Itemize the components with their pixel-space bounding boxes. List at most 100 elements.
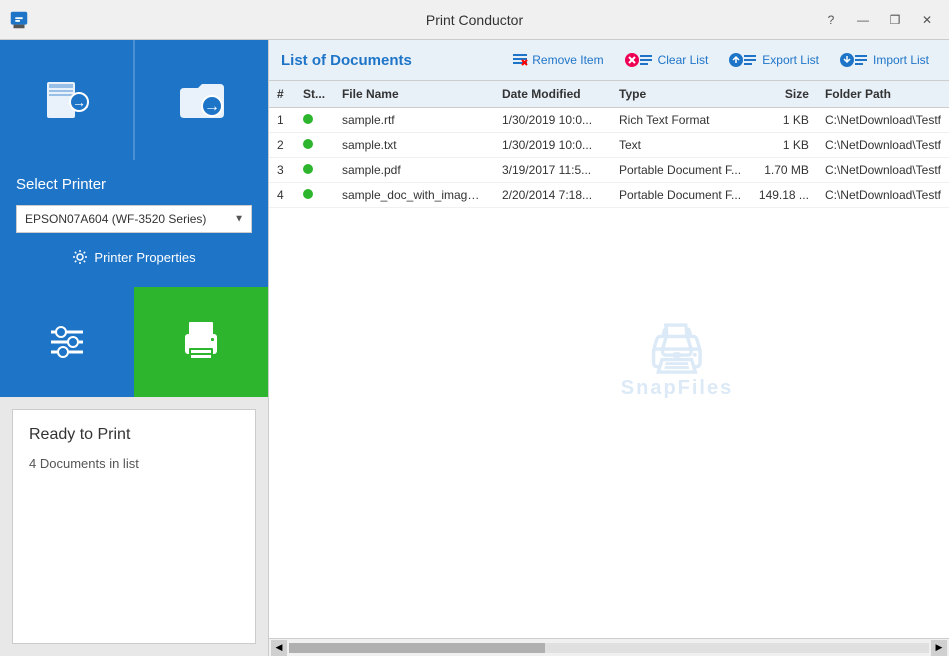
scroll-right-arrow[interactable]: ▶ — [931, 640, 947, 656]
printer-properties-label: Printer Properties — [94, 250, 195, 265]
left-panel: → → Select Printer EPSON07A604 (WF-3520 … — [0, 40, 268, 656]
settings-sliders-icon — [43, 318, 91, 366]
maximize-button[interactable]: ❒ — [881, 6, 909, 34]
print-icon — [175, 316, 227, 368]
col-header-status: St... — [295, 81, 334, 108]
cell-status — [295, 108, 334, 133]
table-header-row: # St... File Name Date Modified Type Siz… — [269, 81, 949, 108]
printer-properties-button[interactable]: Printer Properties — [16, 243, 252, 271]
add-folder-button[interactable]: → — [135, 40, 268, 160]
remove-item-label: Remove Item — [532, 53, 603, 67]
export-list-icon — [728, 52, 744, 68]
col-header-type: Type — [611, 81, 749, 108]
cell-date: 1/30/2019 10:0... — [494, 108, 611, 133]
table-row[interactable]: 2 sample.txt 1/30/2019 10:0... Text 1 KB… — [269, 133, 949, 158]
watermark-text: SnapFiles — [621, 377, 733, 400]
export-lines-icon — [744, 53, 758, 67]
svg-text:→: → — [204, 98, 220, 115]
status-count-label: 4 Documents in list — [29, 456, 239, 471]
cell-folder: C:\NetDownload\Testf — [817, 133, 949, 158]
watermark-icon: 🖨 — [621, 320, 733, 377]
cell-date: 2/20/2014 7:18... — [494, 183, 611, 208]
cell-filename: sample.txt — [334, 133, 494, 158]
cell-num: 4 — [269, 183, 295, 208]
app-title: Print Conductor — [426, 12, 523, 28]
remove-item-button[interactable]: Remove Item — [504, 48, 611, 72]
cell-type: Portable Document F... — [611, 183, 749, 208]
status-ready-label: Ready to Print — [29, 426, 239, 444]
clear-list-button[interactable]: Clear List — [616, 48, 717, 72]
import-list-button[interactable]: Import List — [831, 48, 937, 72]
printer-select[interactable]: EPSON07A604 (WF-3520 Series) — [16, 205, 252, 233]
cell-status — [295, 158, 334, 183]
documents-table: # St... File Name Date Modified Type Siz… — [269, 81, 949, 208]
cell-size: 1 KB — [749, 133, 817, 158]
cell-size: 149.18 ... — [749, 183, 817, 208]
cell-size: 1 KB — [749, 108, 817, 133]
title-bar-controls: ? — ❒ ✕ — [817, 6, 941, 34]
export-list-label: Export List — [762, 53, 819, 67]
list-title: List of Documents — [281, 52, 500, 69]
add-files-icon: → — [41, 74, 93, 126]
import-lines-icon — [855, 53, 869, 67]
import-list-label: Import List — [873, 53, 929, 67]
col-header-size: Size — [749, 81, 817, 108]
clear-list-icon — [624, 52, 640, 68]
help-button[interactable]: ? — [817, 6, 845, 34]
clear-list-label: Clear List — [658, 53, 709, 67]
printer-select-wrapper: EPSON07A604 (WF-3520 Series) ▼ — [16, 205, 252, 233]
cell-num: 1 — [269, 108, 295, 133]
cell-folder: C:\NetDownload\Testf — [817, 183, 949, 208]
doc-list-area: 🖨 SnapFiles # St... File Name Date Modif… — [269, 81, 949, 638]
title-bar-left — [8, 9, 30, 31]
main-layout: → → Select Printer EPSON07A604 (WF-3520 … — [0, 40, 949, 656]
remove-item-icon — [512, 52, 528, 68]
col-header-num: # — [269, 81, 295, 108]
cell-folder: C:\NetDownload\Testf — [817, 108, 949, 133]
doc-toolbar: List of Documents Remove Item — [269, 40, 949, 81]
status-dot — [303, 189, 313, 199]
scroll-track[interactable] — [289, 643, 929, 653]
doc-table[interactable]: # St... File Name Date Modified Type Siz… — [269, 81, 949, 208]
cell-type: Rich Text Format — [611, 108, 749, 133]
status-dot — [303, 114, 313, 124]
col-header-folder: Folder Path — [817, 81, 949, 108]
gear-icon — [72, 249, 88, 265]
cell-status — [295, 183, 334, 208]
select-printer-section: Select Printer EPSON07A604 (WF-3520 Seri… — [0, 160, 268, 287]
scroll-left-arrow[interactable]: ◀ — [271, 640, 287, 656]
bottom-action-buttons — [0, 287, 268, 397]
status-dot — [303, 164, 313, 174]
settings-button[interactable] — [0, 287, 134, 397]
minimize-button[interactable]: — — [849, 6, 877, 34]
table-row[interactable]: 1 sample.rtf 1/30/2019 10:0... Rich Text… — [269, 108, 949, 133]
cell-type: Text — [611, 133, 749, 158]
svg-text:→: → — [72, 94, 86, 110]
cell-filename: sample_doc_with_image.... — [334, 183, 494, 208]
cell-folder: C:\NetDownload\Testf — [817, 158, 949, 183]
title-bar: Print Conductor ? — ❒ ✕ — [0, 0, 949, 40]
col-header-date: Date Modified — [494, 81, 611, 108]
right-panel: List of Documents Remove Item — [268, 40, 949, 656]
col-header-filename: File Name — [334, 81, 494, 108]
print-button[interactable] — [134, 287, 268, 397]
table-row[interactable]: 4 sample_doc_with_image.... 2/20/2014 7:… — [269, 183, 949, 208]
cell-filename: sample.pdf — [334, 158, 494, 183]
horizontal-scrollbar[interactable]: ◀ ▶ — [269, 638, 949, 656]
cell-filename: sample.rtf — [334, 108, 494, 133]
cell-size: 1.70 MB — [749, 158, 817, 183]
close-button[interactable]: ✕ — [913, 6, 941, 34]
cell-num: 3 — [269, 158, 295, 183]
add-files-button[interactable]: → — [0, 40, 135, 160]
table-row[interactable]: 3 sample.pdf 3/19/2017 11:5... Portable … — [269, 158, 949, 183]
export-list-button[interactable]: Export List — [720, 48, 827, 72]
top-action-buttons: → → — [0, 40, 268, 160]
import-list-icon — [839, 52, 855, 68]
scroll-thumb[interactable] — [289, 643, 545, 653]
select-printer-label: Select Printer — [16, 176, 252, 193]
status-dot — [303, 139, 313, 149]
cell-num: 2 — [269, 133, 295, 158]
app-icon — [8, 9, 30, 31]
cell-date: 3/19/2017 11:5... — [494, 158, 611, 183]
clear-list-lines-icon — [640, 53, 654, 67]
